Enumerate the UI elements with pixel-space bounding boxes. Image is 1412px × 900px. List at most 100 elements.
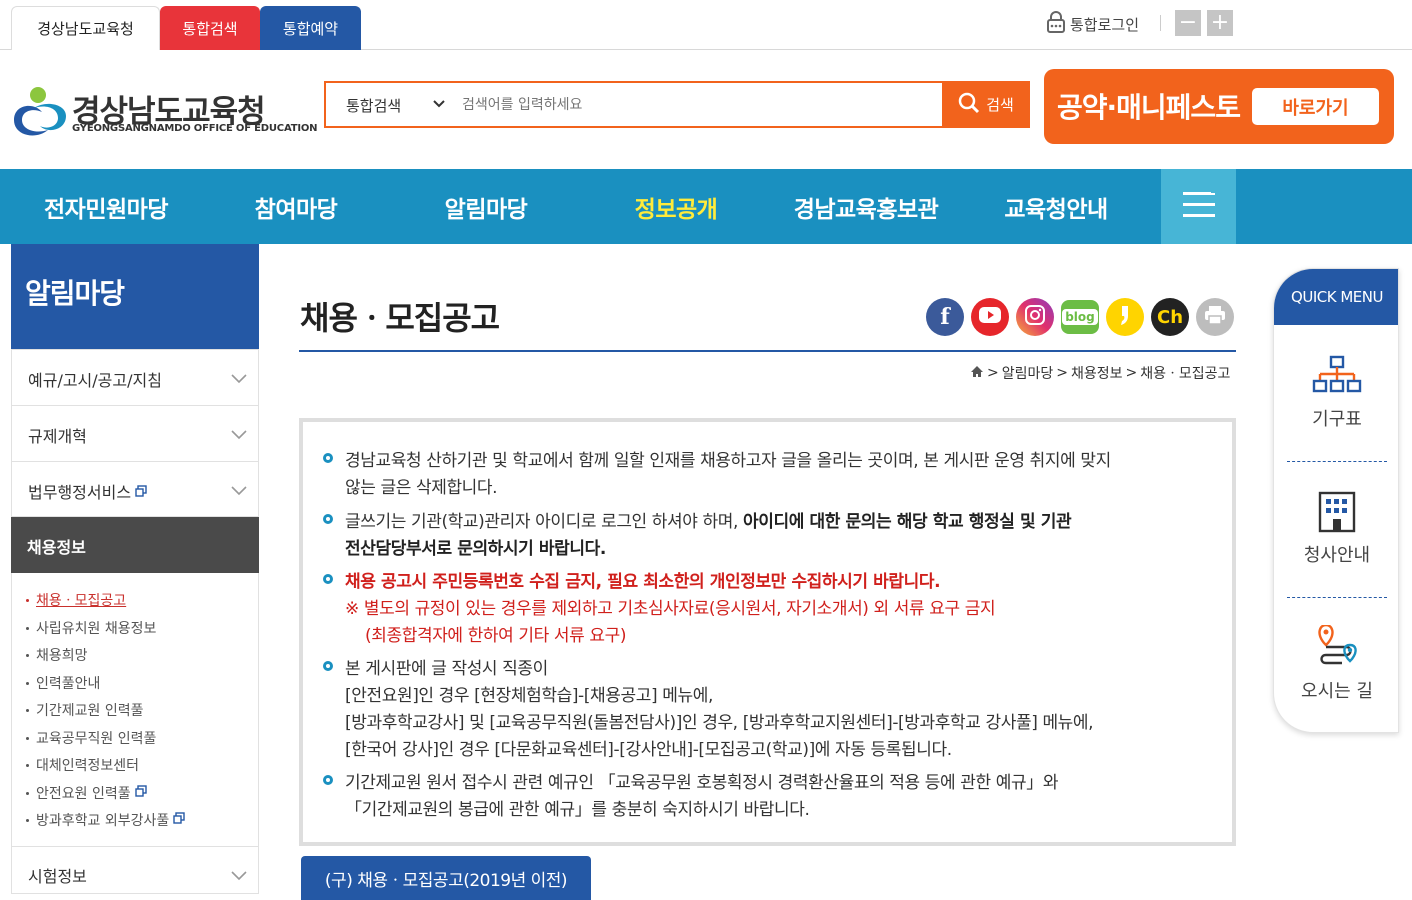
breadcrumb: > 알림마당 > 채용정보 > 채용ㆍ모집공고 [970,363,1230,383]
blog-share-button[interactable]: blog [1061,300,1099,334]
logo-emblem-icon [12,86,70,144]
side-item-regulations[interactable]: 예규/고시/공고/지침 [11,349,259,406]
sub-item-substitute-center[interactable]: 대체인력정보센터 [26,755,139,775]
tab-office-home[interactable]: 경상남도교육청 [11,6,160,50]
home-icon[interactable] [970,365,984,382]
zoom-in-button[interactable]: + [1207,10,1233,36]
gnb-item-notice[interactable]: 알림마당 [391,169,581,244]
chevron-down-icon [230,426,248,445]
quick-item-org-chart[interactable]: 기구표 [1274,325,1398,461]
building-icon [1312,489,1362,533]
chevron-down-icon [230,867,248,886]
sub-item-talent-pool-guide[interactable]: 인력풀안내 [26,673,100,693]
chevron-down-icon[interactable] [432,96,446,115]
side-item-label: 규제개혁 [28,427,87,446]
title-divider [299,350,1236,352]
logo-subtitle: GYEONGSANGNAMDO OFFICE OF EDUCATION [72,123,318,134]
facebook-share-button[interactable]: f [926,298,964,336]
notice-text: 「기간제교원의 봉급에 관한 예규」를 충분히 숙지하시기 바랍니다. [345,800,810,820]
bullet-icon [323,514,333,524]
side-item-label: 예규/고시/공고/지침 [28,371,162,390]
old-recruitment-board-button[interactable]: (구) 채용ㆍ모집공고(2019년 이전) [301,856,591,900]
zoom-out-button[interactable]: − [1175,10,1201,36]
side-item-label: 채용정보 [27,538,86,557]
page-title: 채용ㆍ모집공고 [300,299,500,337]
manifesto-banner[interactable]: 공약·매니페스토 바로가기 [1044,69,1394,144]
bullet-icon [323,661,333,671]
kakao-channel-share-button[interactable]: Ch [1151,298,1189,336]
new-window-icon [173,812,185,828]
breadcrumb-item[interactable]: 채용정보 [1071,363,1123,383]
tab-integrated-search[interactable]: 통합검색 [160,6,260,50]
sub-item-private-kindergarten[interactable]: 사립유치원 채용정보 [26,618,156,638]
gnb-item-info-disclosure[interactable]: 정보공개 [581,169,771,244]
side-menu-title: 알림마당 [25,277,125,310]
breadcrumb-item: 채용ㆍ모집공고 [1140,366,1231,382]
sub-item-edu-staff-pool[interactable]: 교육공무직원 인력풀 [26,728,156,748]
side-item-exam-info[interactable]: 시험정보 [11,846,259,894]
search-button-label: 검색 [986,96,1014,114]
kakao-story-icon [1117,304,1133,331]
search-button[interactable]: 검색 [942,83,1030,126]
login-label: 통합로그인 [1070,15,1140,34]
breadcrumb-separator: > [987,365,999,381]
notice-text: 본 게시판에 글 작성시 직종이 [345,659,548,679]
hamburger-icon [1181,189,1217,224]
notice-text: [안전요원]인 경우 [현장체험학습]-[채용공고] 메뉴에, [345,686,713,706]
manifesto-title: 공약·매니페스토 [1057,91,1241,124]
bullet-icon [323,453,333,463]
all-menu-button[interactable] [1161,169,1236,244]
quick-item-label: 기구표 [1312,409,1362,430]
sub-item-contract-teacher-pool[interactable]: 기간제교원 인력풀 [26,700,144,720]
search-input[interactable] [462,92,932,118]
quick-menu: QUICK MENU 기구표 청사안내 오시는 길 [1273,268,1399,733]
gnb-item-e-civil[interactable]: 전자민원마당 [11,169,201,244]
notice-text: [방과후학교강사] 및 [교육공무직원(돌봄전담사)]인 경우, [방과후학교지… [345,713,1094,733]
sub-item-job-wanted[interactable]: 채용희망 [26,645,88,665]
side-item-regulatory-reform[interactable]: 규제개혁 [11,406,259,462]
new-window-icon [134,785,147,801]
youtube-share-button[interactable] [971,298,1009,336]
quick-item-building-guide[interactable]: 청사안내 [1274,461,1398,597]
youtube-icon [978,306,1002,329]
breadcrumb-separator: > [1056,365,1068,381]
facebook-icon: f [940,304,950,330]
blog-icon: blog [1062,309,1098,325]
instagram-share-button[interactable] [1016,298,1054,336]
bullet-icon [323,574,333,584]
notice-warning-text: 채용 공고시 주민등록번호 수집 금지, 필요 최소한의 개인정보만 수집하시기… [345,572,941,592]
gnb-item-office-guide[interactable]: 교육청안내 [961,169,1151,244]
gnb-item-participation[interactable]: 참여마당 [201,169,391,244]
side-item-label-wrap: 법무행정서비스 [28,479,147,503]
new-window-icon [135,482,147,501]
sub-item-safety-staff-pool[interactable]: 안전요원 인력풀 [26,783,147,803]
chevron-down-icon [230,370,248,389]
sub-item-recruitment-notice[interactable]: 채용ㆍ모집공고 [26,590,126,610]
gnb-item-pr-hall[interactable]: 경남교육홍보관 [771,169,961,244]
top-bar: 경상남도교육청 통합검색 통합예약 통합로그인 − + [0,0,1412,50]
print-button[interactable] [1196,298,1234,336]
notice-warning-text: (최종합격자에 한하여 기타 서류 요구) [365,626,627,646]
quick-menu-title: QUICK MENU [1274,269,1398,325]
side-item-legal-service[interactable]: 법무행정서비스 [11,462,259,517]
tab-integrated-reservation[interactable]: 통합예약 [260,6,361,50]
site-logo[interactable]: 경상남도교육청 GYEONGSANGNAMDO OFFICE OF EDUCAT… [12,86,318,140]
manifesto-go-button[interactable]: 바로가기 [1252,88,1379,125]
notice-text: 않는 글은 삭제합니다. [345,478,498,498]
breadcrumb-item[interactable]: 알림마당 [1002,363,1054,383]
notice-text: 경남교육청 산하기관 및 학교에서 함께 일할 인재를 채용하고자 글을 올리는… [345,451,1111,471]
side-menu-header: 알림마당 [11,244,259,349]
org-chart-icon [1312,353,1362,397]
quick-item-label: 오시는 길 [1301,681,1373,702]
side-item-recruitment[interactable]: 채용정보 [11,517,259,573]
notice-warning-text: ※ 별도의 규정이 있는 경우를 제외하고 기초심사자료(응시원서, 자기소개서… [345,599,996,619]
side-item-label: 시험정보 [28,867,87,886]
login-link[interactable]: 통합로그인 [1046,11,1140,37]
instagram-icon [1024,304,1046,331]
kakao-story-share-button[interactable] [1106,298,1144,336]
notice-box: 경남교육청 산하기관 및 학교에서 함께 일할 인재를 채용하고자 글을 올리는… [299,418,1236,846]
quick-item-directions[interactable]: 오시는 길 [1274,597,1398,732]
lock-icon [1046,11,1066,37]
sub-item-afterschool-instructor-pool[interactable]: 방과후학교 외부강사풀 [26,810,185,830]
chevron-down-icon [230,482,248,501]
